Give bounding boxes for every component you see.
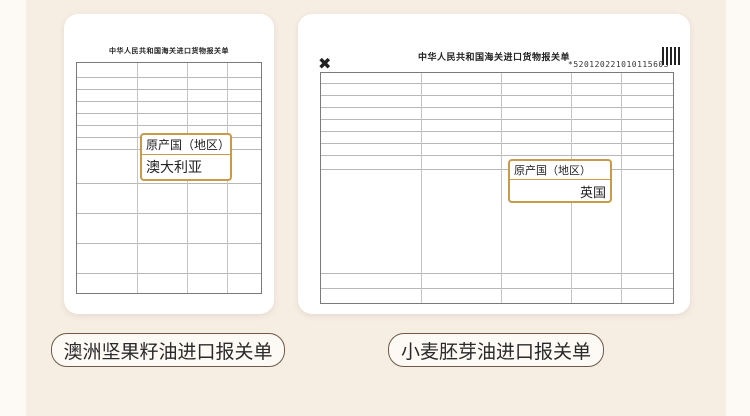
form-title: 中华人民共和国海关进口货物报关单	[109, 46, 229, 55]
customs-form-card-right: ✖ 中华人民共和国海关进口货物报关单 *520120221010115603* …	[298, 14, 690, 314]
origin-country-label: 原产国（地区）	[142, 135, 230, 155]
qr-code-icon	[662, 47, 680, 65]
caption-right: 小麦胚芽油进口报关单	[388, 333, 604, 367]
customs-form-card-left: 中华人民共和国海关进口货物报关单 原产国（地区） 澳大利亚	[64, 14, 274, 314]
origin-country-value: 英国	[579, 186, 606, 201]
barcode-number: *520120221010115603*	[568, 60, 675, 69]
origin-country-value: 澳大利亚	[146, 160, 202, 176]
origin-country-label: 原产国（地区）	[510, 161, 610, 180]
origin-country-callout: 原产国（地区） 澳大利亚	[140, 133, 232, 181]
origin-country-callout: 原产国（地区） 英国	[508, 159, 612, 203]
form-grid	[320, 72, 674, 304]
caption-left: 澳洲坚果籽油进口报关单	[51, 333, 285, 367]
